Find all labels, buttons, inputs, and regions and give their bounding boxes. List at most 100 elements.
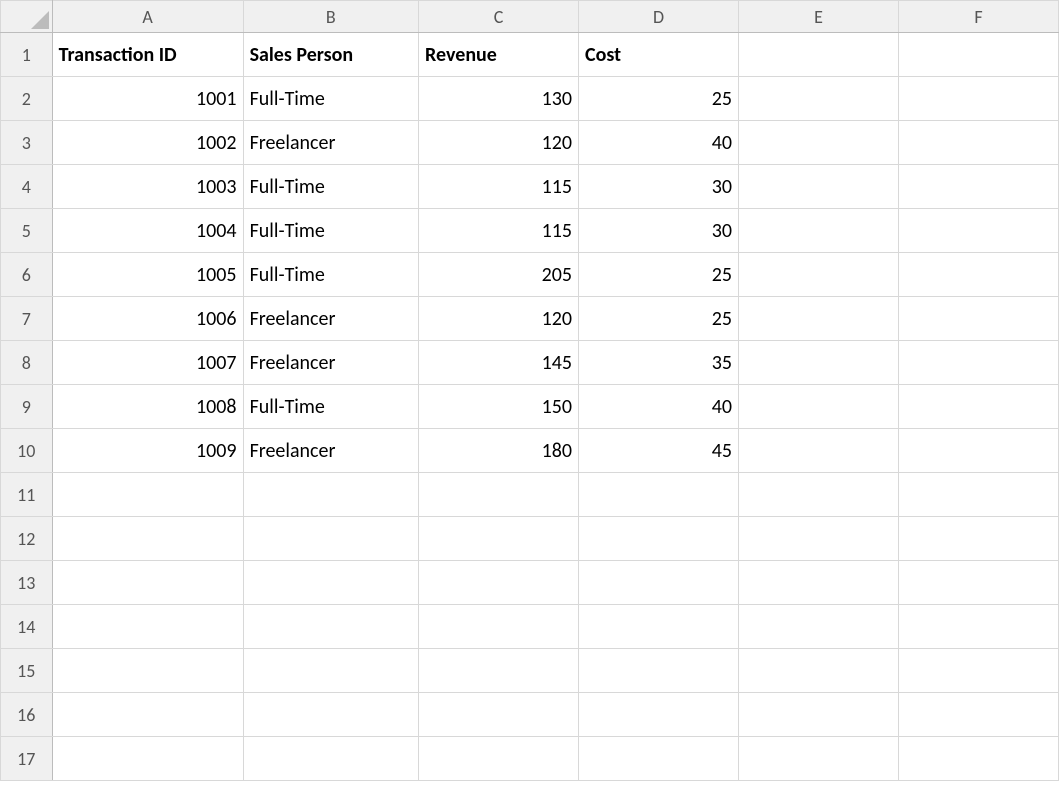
cell-C5[interactable]: 115 [419, 209, 579, 253]
cell-D8[interactable]: 35 [579, 341, 739, 385]
cell-C3[interactable]: 120 [419, 121, 579, 165]
row-header-17[interactable]: 17 [1, 737, 53, 781]
cell-E6[interactable] [739, 253, 899, 297]
cell-B4[interactable]: Full-Time [243, 165, 418, 209]
cell-A16[interactable] [52, 693, 243, 737]
row-header-12[interactable]: 12 [1, 517, 53, 561]
cell-D3[interactable]: 40 [579, 121, 739, 165]
cell-D11[interactable] [579, 473, 739, 517]
cell-C16[interactable] [419, 693, 579, 737]
cell-F9[interactable] [898, 385, 1058, 429]
cell-F3[interactable] [898, 121, 1058, 165]
row-header-5[interactable]: 5 [1, 209, 53, 253]
cell-C2[interactable]: 130 [419, 77, 579, 121]
cell-F2[interactable] [898, 77, 1058, 121]
cell-A4[interactable]: 1003 [52, 165, 243, 209]
row-header-7[interactable]: 7 [1, 297, 53, 341]
column-header-D[interactable]: D [579, 1, 739, 33]
cell-A3[interactable]: 1002 [52, 121, 243, 165]
cell-A7[interactable]: 1006 [52, 297, 243, 341]
cell-E8[interactable] [739, 341, 899, 385]
column-header-C[interactable]: C [419, 1, 579, 33]
cell-A6[interactable]: 1005 [52, 253, 243, 297]
cell-B14[interactable] [243, 605, 418, 649]
cell-A12[interactable] [52, 517, 243, 561]
cell-D9[interactable]: 40 [579, 385, 739, 429]
cell-B15[interactable] [243, 649, 418, 693]
cell-F15[interactable] [898, 649, 1058, 693]
cell-E9[interactable] [739, 385, 899, 429]
cell-F1[interactable] [898, 33, 1058, 77]
cell-D1[interactable]: Cost [579, 33, 739, 77]
cell-E7[interactable] [739, 297, 899, 341]
column-header-E[interactable]: E [739, 1, 899, 33]
row-header-13[interactable]: 13 [1, 561, 53, 605]
row-header-16[interactable]: 16 [1, 693, 53, 737]
cell-D7[interactable]: 25 [579, 297, 739, 341]
column-header-A[interactable]: A [52, 1, 243, 33]
row-header-15[interactable]: 15 [1, 649, 53, 693]
cell-D5[interactable]: 30 [579, 209, 739, 253]
select-all-corner[interactable] [1, 1, 53, 33]
row-header-2[interactable]: 2 [1, 77, 53, 121]
cell-E10[interactable] [739, 429, 899, 473]
cell-B6[interactable]: Full-Time [243, 253, 418, 297]
cell-D10[interactable]: 45 [579, 429, 739, 473]
cell-C14[interactable] [419, 605, 579, 649]
cell-C15[interactable] [419, 649, 579, 693]
cell-F13[interactable] [898, 561, 1058, 605]
cell-E3[interactable] [739, 121, 899, 165]
cell-B8[interactable]: Freelancer [243, 341, 418, 385]
cell-D2[interactable]: 25 [579, 77, 739, 121]
cell-E11[interactable] [739, 473, 899, 517]
cell-C8[interactable]: 145 [419, 341, 579, 385]
row-header-8[interactable]: 8 [1, 341, 53, 385]
cell-B3[interactable]: Freelancer [243, 121, 418, 165]
cell-C4[interactable]: 115 [419, 165, 579, 209]
cell-C6[interactable]: 205 [419, 253, 579, 297]
cell-B11[interactable] [243, 473, 418, 517]
row-header-11[interactable]: 11 [1, 473, 53, 517]
cell-F14[interactable] [898, 605, 1058, 649]
cell-D13[interactable] [579, 561, 739, 605]
cell-E4[interactable] [739, 165, 899, 209]
cell-F5[interactable] [898, 209, 1058, 253]
cell-D4[interactable]: 30 [579, 165, 739, 209]
cell-B17[interactable] [243, 737, 418, 781]
cell-A17[interactable] [52, 737, 243, 781]
cell-B5[interactable]: Full-Time [243, 209, 418, 253]
cell-B2[interactable]: Full-Time [243, 77, 418, 121]
cell-D12[interactable] [579, 517, 739, 561]
cell-E1[interactable] [739, 33, 899, 77]
cell-A10[interactable]: 1009 [52, 429, 243, 473]
cell-F8[interactable] [898, 341, 1058, 385]
cell-C13[interactable] [419, 561, 579, 605]
row-header-3[interactable]: 3 [1, 121, 53, 165]
cell-B1[interactable]: Sales Person [243, 33, 418, 77]
cell-C17[interactable] [419, 737, 579, 781]
cell-F17[interactable] [898, 737, 1058, 781]
cell-D16[interactable] [579, 693, 739, 737]
cell-B9[interactable]: Full-Time [243, 385, 418, 429]
cell-F11[interactable] [898, 473, 1058, 517]
cell-B16[interactable] [243, 693, 418, 737]
cell-C9[interactable]: 150 [419, 385, 579, 429]
cell-E13[interactable] [739, 561, 899, 605]
cell-E5[interactable] [739, 209, 899, 253]
cell-A11[interactable] [52, 473, 243, 517]
column-header-F[interactable]: F [898, 1, 1058, 33]
cell-D17[interactable] [579, 737, 739, 781]
cell-D6[interactable]: 25 [579, 253, 739, 297]
row-header-9[interactable]: 9 [1, 385, 53, 429]
cell-B7[interactable]: Freelancer [243, 297, 418, 341]
cell-E15[interactable] [739, 649, 899, 693]
cell-D15[interactable] [579, 649, 739, 693]
cell-F10[interactable] [898, 429, 1058, 473]
cell-F7[interactable] [898, 297, 1058, 341]
cell-E17[interactable] [739, 737, 899, 781]
cell-B13[interactable] [243, 561, 418, 605]
cell-A1[interactable]: Transaction ID [52, 33, 243, 77]
cell-F12[interactable] [898, 517, 1058, 561]
cell-C12[interactable] [419, 517, 579, 561]
cell-C7[interactable]: 120 [419, 297, 579, 341]
